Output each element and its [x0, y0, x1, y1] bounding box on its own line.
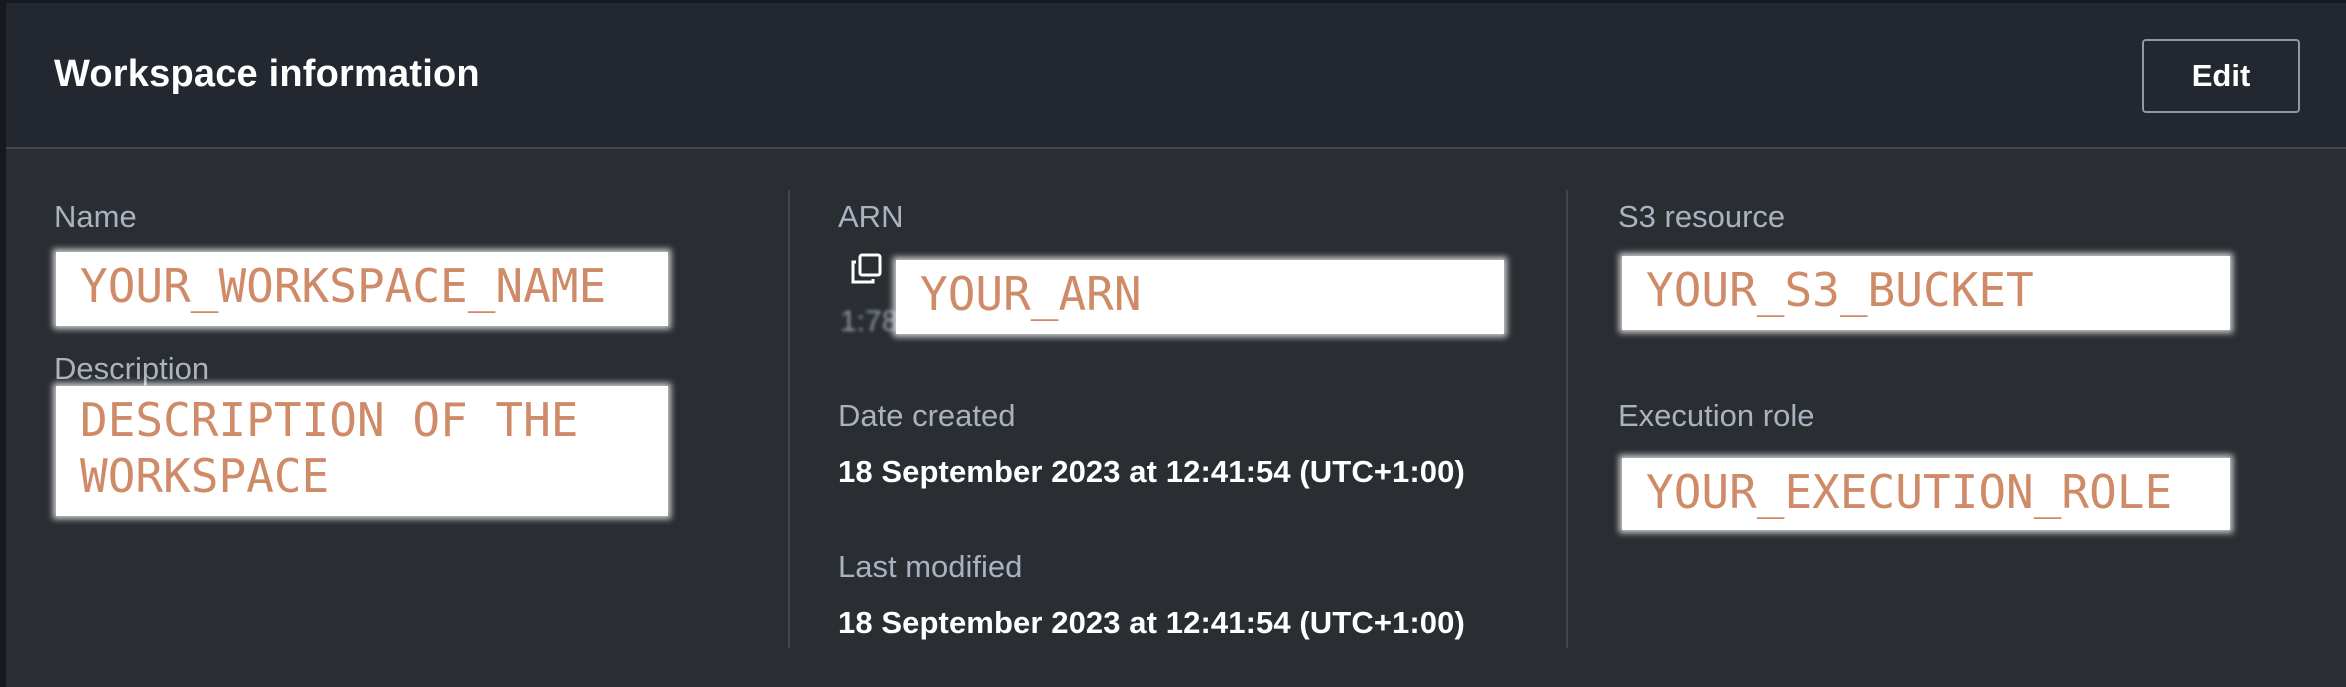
- date-created-label: Date created: [838, 398, 1016, 433]
- s3-resource-label: S3 resource: [1618, 199, 1786, 234]
- workspace-name-value: YOUR_WORKSPACE_NAME: [56, 252, 668, 326]
- s3-resource-value[interactable]: YOUR_S3_BUCKET: [1622, 256, 2230, 330]
- arn-partial-text: 1:78: [840, 305, 899, 338]
- name-label: Name: [54, 199, 137, 234]
- panel-header: Workspace information Edit: [6, 3, 2346, 149]
- last-modified-label: Last modified: [838, 549, 1023, 584]
- panel-title: Workspace information: [54, 53, 480, 95]
- copy-icon[interactable]: [850, 253, 882, 285]
- description-value: DESCRIPTION OF THE WORKSPACE: [56, 386, 668, 516]
- column-divider-left: [788, 190, 790, 648]
- workspace-information-panel: Workspace information Edit Name YOUR_WOR…: [6, 3, 2346, 687]
- last-modified-value: 18 September 2023 at 12:41:54 (UTC+1:00): [838, 605, 1465, 640]
- arn-value: YOUR_ARN: [896, 260, 1504, 334]
- edit-button[interactable]: Edit: [2142, 39, 2300, 113]
- column-divider-right: [1566, 190, 1568, 648]
- description-label: Description: [54, 351, 210, 386]
- execution-role-label: Execution role: [1618, 398, 1815, 433]
- execution-role-value[interactable]: YOUR_EXECUTION_ROLE: [1622, 458, 2230, 530]
- arn-label: ARN: [838, 199, 904, 234]
- date-created-value: 18 September 2023 at 12:41:54 (UTC+1:00): [838, 454, 1465, 489]
